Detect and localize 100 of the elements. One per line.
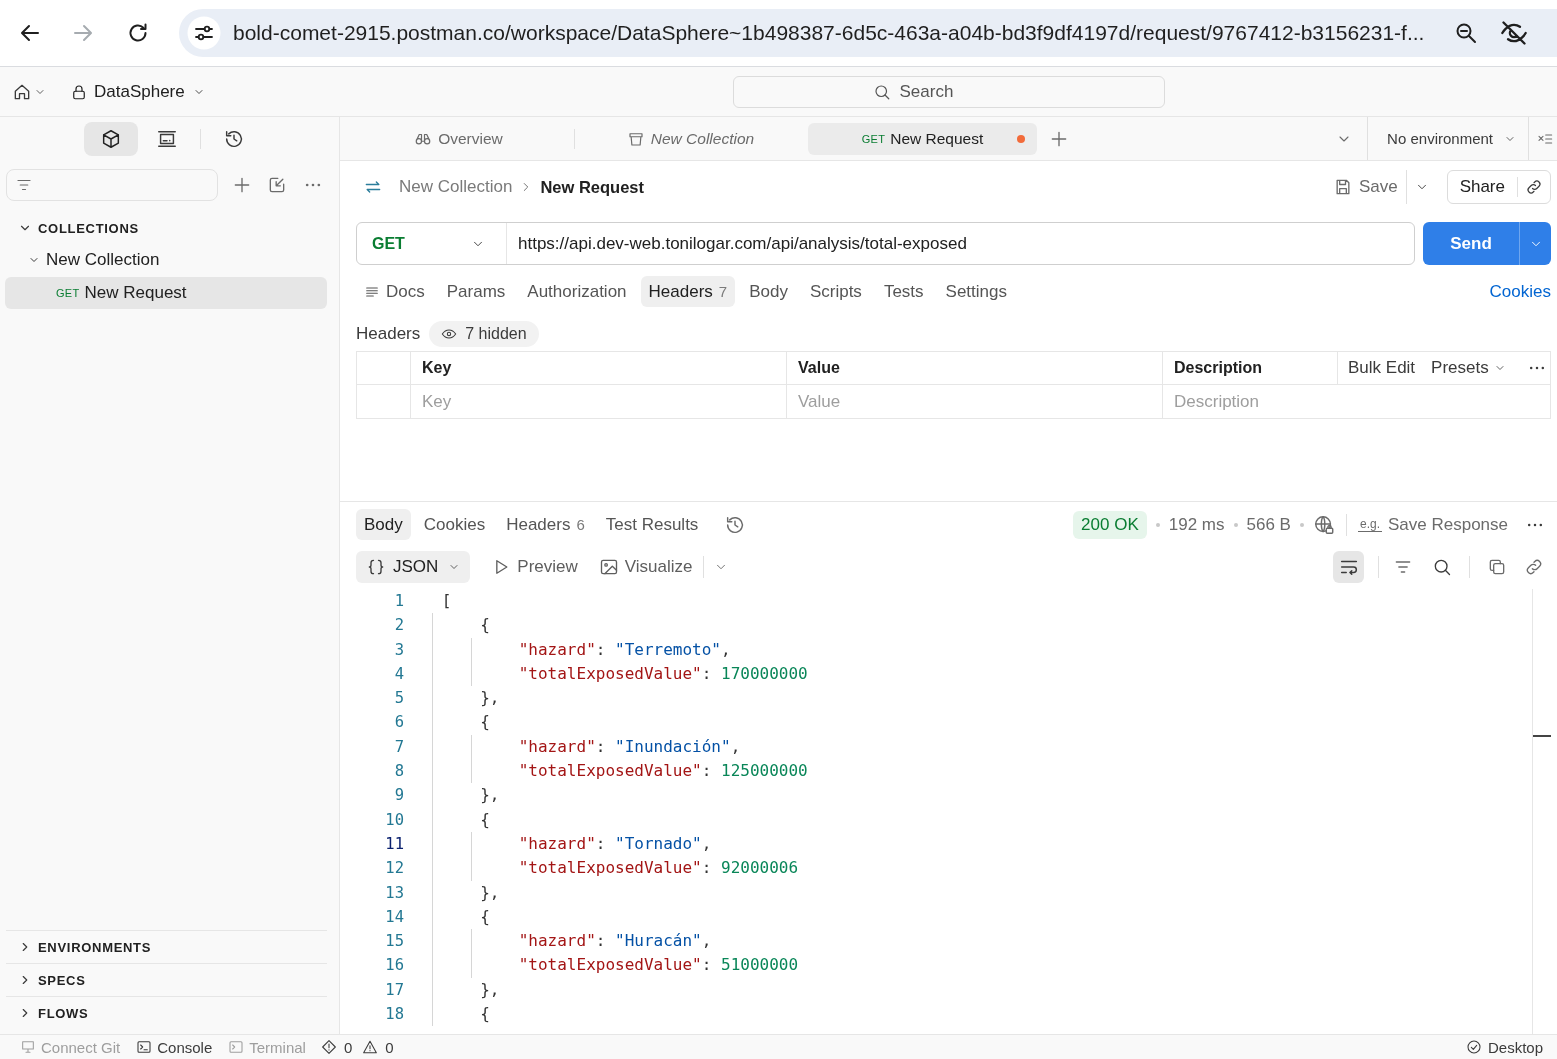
- response-tab[interactable]: Body: [356, 509, 411, 540]
- table-input-field[interactable]: Key: [411, 385, 787, 418]
- cube-icon: [100, 128, 122, 150]
- globe-lock-icon[interactable]: [1312, 513, 1335, 536]
- link-icon[interactable]: [1525, 178, 1543, 196]
- search-icon[interactable]: [1432, 557, 1452, 577]
- presets-button[interactable]: Presets: [1431, 358, 1506, 378]
- import-icon[interactable]: [267, 175, 287, 195]
- app-mode-label[interactable]: Desktop: [1487, 1038, 1543, 1056]
- response-time[interactable]: 192 ms: [1168, 514, 1225, 535]
- request-tab[interactable]: Body: [741, 276, 796, 307]
- filter-field[interactable]: [6, 169, 218, 201]
- line-number: 7: [393, 736, 404, 758]
- line-number: 4: [393, 663, 404, 685]
- history-icon: [223, 128, 245, 150]
- console-icon: [136, 1039, 153, 1055]
- line-number: 6: [393, 712, 404, 734]
- sidebar-tab[interactable]: [84, 122, 138, 156]
- section-header[interactable]: FLOWS: [6, 997, 327, 1029]
- workspace-switcher[interactable]: DataSphere: [70, 81, 205, 102]
- view-button[interactable]: Preview: [491, 557, 578, 577]
- code-line: },: [480, 978, 500, 1001]
- view-button[interactable]: Visualize: [598, 557, 693, 577]
- send-button[interactable]: Send: [1423, 222, 1519, 265]
- link-icon[interactable]: [1524, 557, 1544, 577]
- collection-item[interactable]: New Collection: [0, 244, 339, 276]
- code-line: "hazard": "Terremoto",: [518, 638, 731, 661]
- format-select[interactable]: JSON: [356, 551, 471, 583]
- request-title: New Request: [540, 177, 644, 197]
- section-header[interactable]: COLLECTIONS: [0, 212, 339, 244]
- braces-icon: [366, 557, 386, 577]
- code-line: {: [480, 808, 490, 831]
- bulk-edit-button[interactable]: Bulk Edit: [1348, 358, 1416, 378]
- line-number: 5: [393, 688, 404, 710]
- code-line: "totalExposedValue": 170000000: [518, 662, 808, 685]
- request-tab[interactable]: Tests: [875, 276, 932, 307]
- response-tab[interactable]: Cookies: [415, 509, 494, 540]
- response-size[interactable]: 566 B: [1246, 514, 1291, 535]
- request-tab[interactable]: Docs: [356, 276, 433, 307]
- line-number: 16: [384, 955, 404, 977]
- eye-off-icon[interactable]: [1500, 19, 1528, 47]
- cookies-link[interactable]: Cookies: [1489, 281, 1551, 302]
- column-header: Description: [1163, 352, 1338, 385]
- line-number: 18: [384, 1004, 404, 1026]
- zoom-out-icon[interactable]: [1454, 21, 1478, 45]
- error-count: 0: [343, 1038, 353, 1056]
- request-tab[interactable]: Authorization: [519, 276, 635, 307]
- code-line: "totalExposedValue": 51000000: [518, 954, 799, 977]
- search-field[interactable]: Search: [732, 75, 1165, 108]
- status-bar-item[interactable]: Console: [136, 1038, 213, 1056]
- method-label: GET: [56, 287, 80, 299]
- copy-icon[interactable]: [1487, 557, 1507, 577]
- request-tab[interactable]: Params: [438, 276, 514, 307]
- environment-select[interactable]: No environment: [1387, 130, 1516, 147]
- column-header: Value: [787, 352, 1163, 385]
- status-code[interactable]: 200 OK: [1073, 510, 1147, 539]
- warning-icon[interactable]: [362, 1039, 379, 1055]
- editor-tab[interactable]: Overview: [344, 122, 573, 155]
- section-header[interactable]: ENVIRONMENTS: [6, 931, 327, 963]
- eye-icon: [441, 326, 458, 342]
- request-tab[interactable]: Settings: [937, 276, 1015, 307]
- code-line: {: [480, 614, 490, 637]
- response-tab[interactable]: Headers 6: [498, 509, 593, 540]
- code-line: "hazard": "Inundación",: [518, 735, 741, 758]
- panel-icon: [156, 128, 178, 150]
- request-item[interactable]: GET New Request: [5, 277, 327, 309]
- line-number: 3: [393, 639, 404, 661]
- code-line: },: [480, 687, 500, 710]
- plus-icon[interactable]: [232, 175, 252, 195]
- line-number: 2: [393, 615, 404, 637]
- example-mark: e.g.: [1357, 517, 1382, 532]
- save-response-button[interactable]: e.g. Save Response: [1357, 514, 1508, 535]
- editor-tab[interactable]: GET New Request: [808, 122, 1037, 155]
- error-icon[interactable]: [320, 1039, 337, 1055]
- line-number: 10: [384, 809, 404, 831]
- address-bar[interactable]: bold-comet-2915.postman.co/workspace/DataSphere~1b498387-6d5c-463a-a04b-bd3f9df4197d/request/9767412-b3156231-f...: [179, 9, 1557, 57]
- code-line: "hazard": "Huracán",: [518, 930, 712, 953]
- request-tab[interactable]: Scripts: [801, 276, 870, 307]
- section-header[interactable]: SPECS: [6, 964, 327, 996]
- lock-icon: [70, 82, 88, 101]
- url-field[interactable]: https://api.dev-web.tonilogar.com/api/analysis/total-exposed: [506, 223, 1414, 264]
- response-tab[interactable]: Test Results: [597, 509, 707, 540]
- breadcrumb-link[interactable]: New Collection: [399, 177, 513, 197]
- method-select[interactable]: GET: [357, 223, 506, 264]
- table-input-field[interactable]: Value: [787, 385, 1163, 418]
- table-input-field[interactable]: Description: [1163, 385, 1550, 418]
- line-number: 9: [393, 785, 404, 807]
- wrap-lines-button[interactable]: [1333, 551, 1364, 583]
- code-line: {: [480, 711, 490, 734]
- request-url-bar[interactable]: GET https://api.dev-web.tonilogar.com/api/analysis/total-exposed: [356, 222, 1415, 265]
- code-line: },: [480, 881, 500, 904]
- request-tab[interactable]: Headers 7: [640, 276, 736, 307]
- image-icon: [598, 557, 619, 577]
- code-line: {: [480, 905, 490, 928]
- hidden-headers-toggle[interactable]: 7 hidden: [429, 321, 539, 347]
- editor-tab[interactable]: New Collection: [576, 122, 805, 155]
- section-label: Headers: [356, 324, 421, 344]
- sliders-icon[interactable]: [187, 16, 221, 50]
- save-button[interactable]: Save: [1332, 177, 1398, 197]
- share-button[interactable]: Share: [1447, 171, 1517, 203]
